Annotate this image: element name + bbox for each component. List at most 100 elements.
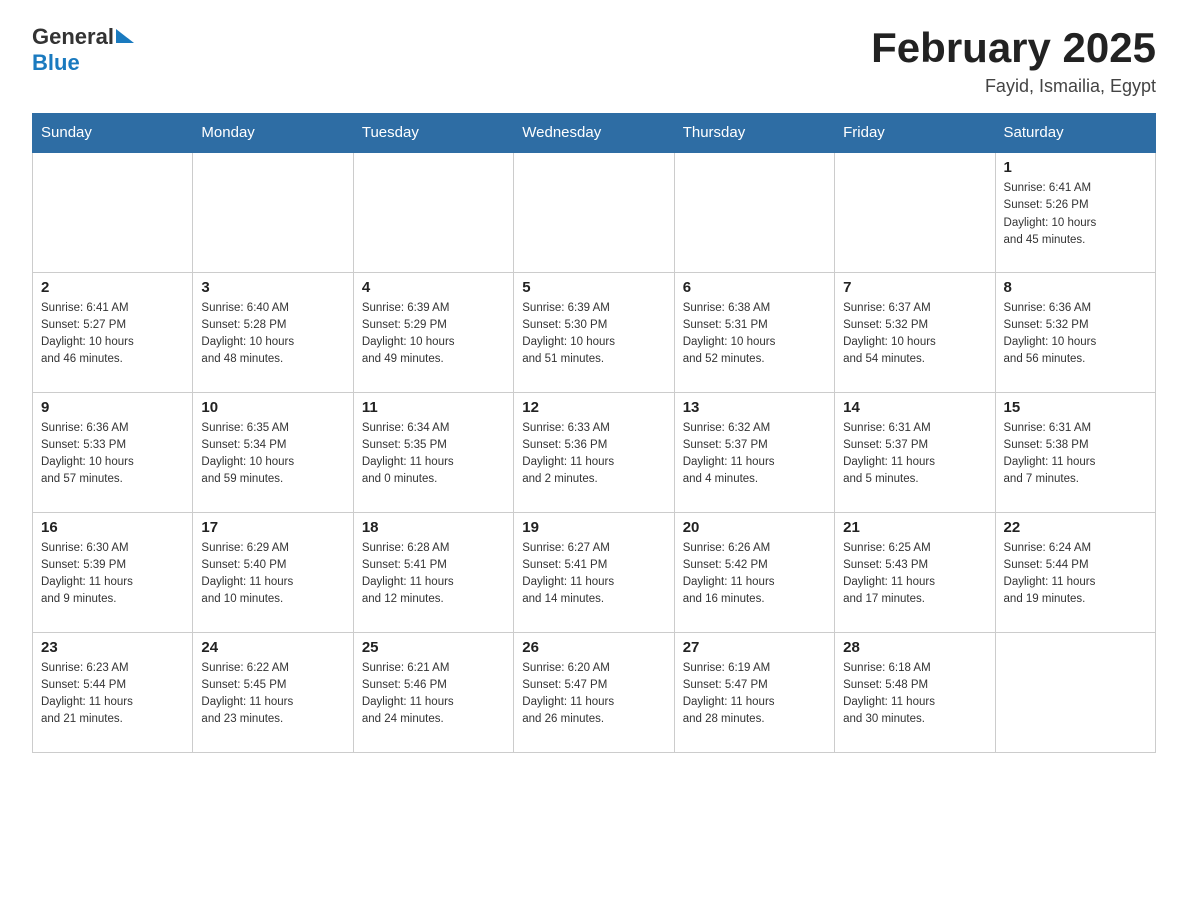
day-number: 24 [201, 639, 344, 656]
day-number: 16 [41, 519, 184, 536]
week-row-1: 1 Sunrise: 6:41 AM Sunset: 5:26 PM Daylig… [33, 152, 1156, 272]
calendar-cell: 18Sunrise: 6:28 AM Sunset: 5:41 PM Dayli… [353, 512, 513, 632]
calendar-cell: 12 Sunrise: 6:33 AM Sunset: 5:36 PM Dayli… [514, 392, 674, 512]
day-info: Sunrise: 6:39 AM Sunset: 5:29 PM Dayligh… [362, 300, 505, 369]
day-number: 10 [201, 399, 344, 416]
week-row-3: 9 Sunrise: 6:36 AM Sunset: 5:33 PM Daylig… [33, 392, 1156, 512]
calendar-cell: 21Sunrise: 6:25 AM Sunset: 5:43 PM Dayli… [835, 512, 995, 632]
weekday-header-sunday: Sunday [33, 114, 193, 153]
calendar-cell: 24 Sunrise: 6:22 AM Sunset: 5:45 PM Dayli… [193, 632, 353, 752]
calendar-cell: 25Sunrise: 6:21 AM Sunset: 5:46 PM Dayli… [353, 632, 513, 752]
day-info: Sunrise: 6:20 AM Sunset: 5:47 PM Dayligh… [522, 660, 665, 729]
day-number: 4 [362, 279, 505, 296]
day-info: Sunrise: 6:31 AM Sunset: 5:37 PM Dayligh… [843, 420, 986, 489]
day-number: 6 [683, 279, 826, 296]
day-number: 19 [522, 519, 665, 536]
day-info: Sunrise: 6:28 AM Sunset: 5:41 PM Dayligh… [362, 540, 505, 609]
day-info: Sunrise: 6:32 AM Sunset: 5:37 PM Dayligh… [683, 420, 826, 489]
calendar-cell: 6 Sunrise: 6:38 AM Sunset: 5:31 PM Daylig… [674, 272, 834, 392]
calendar-cell: 23Sunrise: 6:23 AM Sunset: 5:44 PM Dayli… [33, 632, 193, 752]
logo-general: General [32, 24, 114, 50]
day-info: Sunrise: 6:37 AM Sunset: 5:32 PM Dayligh… [843, 300, 986, 369]
day-number: 8 [1004, 279, 1147, 296]
calendar-cell: 1 Sunrise: 6:41 AM Sunset: 5:26 PM Daylig… [995, 152, 1155, 272]
calendar-cell [353, 152, 513, 272]
calendar-cell [674, 152, 834, 272]
calendar-cell: 26 Sunrise: 6:20 AM Sunset: 5:47 PM Dayli… [514, 632, 674, 752]
calendar-cell [193, 152, 353, 272]
day-info: Sunrise: 6:25 AM Sunset: 5:43 PM Dayligh… [843, 540, 986, 609]
day-number: 28 [843, 639, 986, 656]
weekday-header-saturday: Saturday [995, 114, 1155, 153]
page-header: General Blue February 2025 Fayid, Ismail… [32, 24, 1156, 97]
day-info: Sunrise: 6:33 AM Sunset: 5:36 PM Dayligh… [522, 420, 665, 489]
day-number: 12 [522, 399, 665, 416]
day-number: 23 [41, 639, 184, 656]
calendar-cell: 8 Sunrise: 6:36 AM Sunset: 5:32 PM Daylig… [995, 272, 1155, 392]
calendar-cell: 10 Sunrise: 6:35 AM Sunset: 5:34 PM Dayli… [193, 392, 353, 512]
day-info: Sunrise: 6:30 AM Sunset: 5:39 PM Dayligh… [41, 540, 184, 609]
day-info: Sunrise: 6:18 AM Sunset: 5:48 PM Dayligh… [843, 660, 986, 729]
calendar-cell: 5Sunrise: 6:39 AM Sunset: 5:30 PM Daylig… [514, 272, 674, 392]
day-number: 2 [41, 279, 184, 296]
calendar-cell: 9 Sunrise: 6:36 AM Sunset: 5:33 PM Daylig… [33, 392, 193, 512]
day-info: Sunrise: 6:39 AM Sunset: 5:30 PM Dayligh… [522, 300, 665, 369]
week-row-4: 16 Sunrise: 6:30 AM Sunset: 5:39 PM Dayli… [33, 512, 1156, 632]
day-info: Sunrise: 6:34 AM Sunset: 5:35 PM Dayligh… [362, 420, 505, 489]
day-info: Sunrise: 6:22 AM Sunset: 5:45 PM Dayligh… [201, 660, 344, 729]
weekday-header-thursday: Thursday [674, 114, 834, 153]
calendar-subtitle: Fayid, Ismailia, Egypt [871, 76, 1156, 97]
day-number: 13 [683, 399, 826, 416]
week-row-2: 2 Sunrise: 6:41 AM Sunset: 5:27 PM Daylig… [33, 272, 1156, 392]
weekday-header-wednesday: Wednesday [514, 114, 674, 153]
calendar-table: SundayMondayTuesdayWednesdayThursdayFrid… [32, 113, 1156, 753]
calendar-cell [33, 152, 193, 272]
day-info: Sunrise: 6:27 AM Sunset: 5:41 PM Dayligh… [522, 540, 665, 609]
day-info: Sunrise: 6:40 AM Sunset: 5:28 PM Dayligh… [201, 300, 344, 369]
day-info: Sunrise: 6:31 AM Sunset: 5:38 PM Dayligh… [1004, 420, 1147, 489]
calendar-cell: 28 Sunrise: 6:18 AM Sunset: 5:48 PM Dayli… [835, 632, 995, 752]
calendar-cell: 27Sunrise: 6:19 AM Sunset: 5:47 PM Dayli… [674, 632, 834, 752]
day-number: 3 [201, 279, 344, 296]
calendar-cell: 2 Sunrise: 6:41 AM Sunset: 5:27 PM Daylig… [33, 272, 193, 392]
calendar-cell: 16 Sunrise: 6:30 AM Sunset: 5:39 PM Dayli… [33, 512, 193, 632]
day-info: Sunrise: 6:24 AM Sunset: 5:44 PM Dayligh… [1004, 540, 1147, 609]
day-info: Sunrise: 6:36 AM Sunset: 5:33 PM Dayligh… [41, 420, 184, 489]
day-number: 15 [1004, 399, 1147, 416]
day-info: Sunrise: 6:35 AM Sunset: 5:34 PM Dayligh… [201, 420, 344, 489]
day-number: 1 [1004, 159, 1147, 176]
day-number: 9 [41, 399, 184, 416]
day-number: 7 [843, 279, 986, 296]
weekday-header-monday: Monday [193, 114, 353, 153]
calendar-cell: 11 Sunrise: 6:34 AM Sunset: 5:35 PM Dayli… [353, 392, 513, 512]
logo-blue: Blue [32, 50, 80, 75]
calendar-cell [835, 152, 995, 272]
logo: General Blue [32, 24, 134, 76]
calendar-cell: 7 Sunrise: 6:37 AM Sunset: 5:32 PM Daylig… [835, 272, 995, 392]
day-info: Sunrise: 6:41 AM Sunset: 5:26 PM Dayligh… [1004, 180, 1147, 249]
calendar-header: SundayMondayTuesdayWednesdayThursdayFrid… [33, 114, 1156, 153]
title-block: February 2025 Fayid, Ismailia, Egypt [871, 24, 1156, 97]
calendar-cell: 13 Sunrise: 6:32 AM Sunset: 5:37 PM Dayli… [674, 392, 834, 512]
day-number: 26 [522, 639, 665, 656]
calendar-cell: 22Sunrise: 6:24 AM Sunset: 5:44 PM Dayli… [995, 512, 1155, 632]
day-number: 27 [683, 639, 826, 656]
calendar-cell: 4 Sunrise: 6:39 AM Sunset: 5:29 PM Daylig… [353, 272, 513, 392]
calendar-cell [514, 152, 674, 272]
day-info: Sunrise: 6:26 AM Sunset: 5:42 PM Dayligh… [683, 540, 826, 609]
calendar-cell: 14Sunrise: 6:31 AM Sunset: 5:37 PM Dayli… [835, 392, 995, 512]
day-info: Sunrise: 6:38 AM Sunset: 5:31 PM Dayligh… [683, 300, 826, 369]
day-info: Sunrise: 6:41 AM Sunset: 5:27 PM Dayligh… [41, 300, 184, 369]
calendar-cell: 3 Sunrise: 6:40 AM Sunset: 5:28 PM Daylig… [193, 272, 353, 392]
calendar-cell: 19 Sunrise: 6:27 AM Sunset: 5:41 PM Dayli… [514, 512, 674, 632]
week-row-5: 23Sunrise: 6:23 AM Sunset: 5:44 PM Dayli… [33, 632, 1156, 752]
calendar-cell: 20 Sunrise: 6:26 AM Sunset: 5:42 PM Dayli… [674, 512, 834, 632]
day-info: Sunrise: 6:21 AM Sunset: 5:46 PM Dayligh… [362, 660, 505, 729]
day-number: 11 [362, 399, 505, 416]
calendar-cell [995, 632, 1155, 752]
logo-arrow-icon [116, 29, 134, 43]
day-info: Sunrise: 6:36 AM Sunset: 5:32 PM Dayligh… [1004, 300, 1147, 369]
day-number: 17 [201, 519, 344, 536]
day-number: 20 [683, 519, 826, 536]
weekday-row: SundayMondayTuesdayWednesdayThursdayFrid… [33, 114, 1156, 153]
